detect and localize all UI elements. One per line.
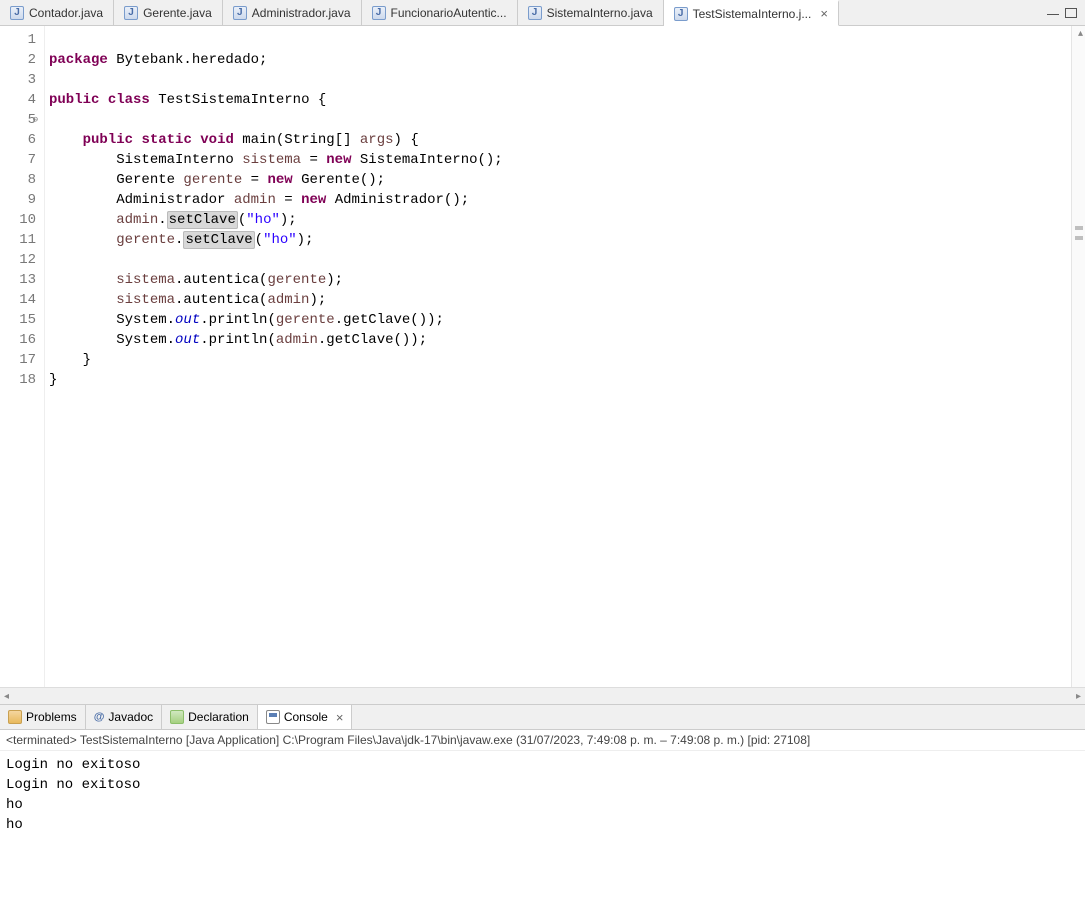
java-file-icon: J	[674, 7, 688, 21]
scroll-up-icon[interactable]: ▴	[1078, 28, 1083, 39]
javadoc-icon: @	[94, 711, 105, 723]
tab-funcionarioautentic[interactable]: J FuncionarioAutentic...	[362, 0, 518, 25]
tab-label: Gerente.java	[143, 6, 212, 20]
horizontal-scrollbar[interactable]: ◂ ▸	[0, 687, 1085, 704]
view-label: Console	[284, 710, 328, 724]
tab-label: TestSistemaInterno.j...	[693, 7, 812, 21]
close-icon[interactable]: ×	[332, 710, 344, 725]
tab-label: Administrador.java	[252, 6, 351, 20]
tab-sistemainterno[interactable]: J SistemaInterno.java	[518, 0, 664, 25]
view-tab-console[interactable]: Console ×	[258, 705, 353, 729]
scroll-right-icon[interactable]: ▸	[1076, 691, 1081, 702]
console-icon	[266, 710, 280, 724]
tab-administrador[interactable]: J Administrador.java	[223, 0, 362, 25]
tab-label: Contador.java	[29, 6, 103, 20]
views-tab-bar: Problems @ Javadoc Declaration Console ×	[0, 704, 1085, 730]
tab-label: SistemaInterno.java	[547, 6, 653, 20]
view-label: Declaration	[188, 710, 249, 724]
java-file-icon: J	[10, 6, 24, 20]
close-icon[interactable]: ×	[816, 6, 828, 21]
view-label: Javadoc	[108, 710, 153, 724]
overview-mark[interactable]	[1075, 236, 1083, 240]
view-tab-javadoc[interactable]: @ Javadoc	[86, 705, 162, 729]
code-editor[interactable]: 1 2 3 4 5⊖ 6 7 8 9 10 11 12 13 14 15 16 …	[0, 26, 1085, 687]
problems-icon	[8, 710, 22, 724]
java-file-icon: J	[124, 6, 138, 20]
tab-gerente[interactable]: J Gerente.java	[114, 0, 223, 25]
scroll-left-icon[interactable]: ◂	[4, 691, 9, 702]
fold-icon[interactable]: ⊖	[33, 110, 38, 130]
minimize-icon[interactable]	[1047, 10, 1059, 15]
java-file-icon: J	[372, 6, 386, 20]
view-controls	[1047, 0, 1085, 25]
view-tab-problems[interactable]: Problems	[0, 705, 86, 729]
tab-contador[interactable]: J Contador.java	[0, 0, 114, 25]
overview-mark[interactable]	[1075, 226, 1083, 230]
tab-label: FuncionarioAutentic...	[391, 6, 507, 20]
console-output[interactable]: Login no exitoso Login no exitoso ho ho	[0, 751, 1085, 911]
line-gutter: 1 2 3 4 5⊖ 6 7 8 9 10 11 12 13 14 15 16 …	[0, 26, 45, 687]
tab-testsistemainterno[interactable]: J TestSistemaInterno.j... ×	[664, 0, 839, 26]
editor-tab-bar: J Contador.java J Gerente.java J Adminis…	[0, 0, 1085, 26]
declaration-icon	[170, 710, 184, 724]
view-label: Problems	[26, 710, 77, 724]
maximize-icon[interactable]	[1065, 8, 1077, 18]
code-content[interactable]: package Bytebank.heredado; public class …	[45, 26, 1071, 687]
console-status: <terminated> TestSistemaInterno [Java Ap…	[0, 730, 1085, 751]
overview-ruler[interactable]: ▴	[1071, 26, 1085, 687]
java-file-icon: J	[233, 6, 247, 20]
java-file-icon: J	[528, 6, 542, 20]
view-tab-declaration[interactable]: Declaration	[162, 705, 258, 729]
